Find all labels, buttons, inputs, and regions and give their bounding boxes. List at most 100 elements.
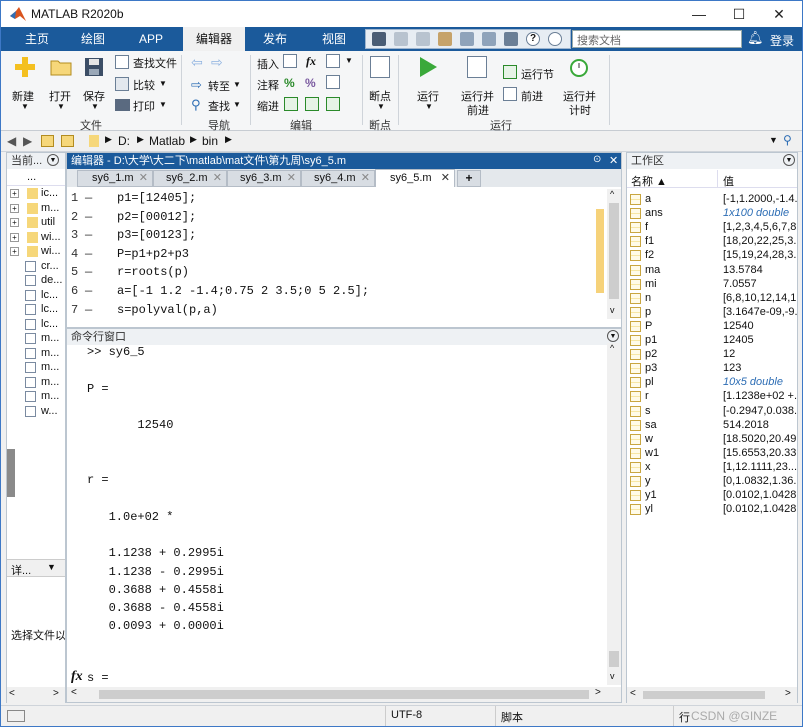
command-input-line[interactable]: s = xyxy=(87,671,109,685)
variable-row[interactable]: yl [0.0102,1.0428... xyxy=(627,503,797,517)
details-header[interactable]: 详... ▼ xyxy=(7,559,65,577)
close-tab-icon[interactable]: ✕ xyxy=(361,171,370,186)
file-list-item[interactable]: lc... xyxy=(7,303,65,317)
scroll-thumb[interactable] xyxy=(99,690,589,699)
open-button[interactable]: 打开 ▼ xyxy=(47,56,77,114)
variable-row[interactable]: pl 10x5 double xyxy=(627,376,797,390)
line-dash[interactable]: — xyxy=(85,208,92,226)
file-list-item[interactable]: lc... xyxy=(7,318,65,332)
variable-row[interactable]: y1 [0.0102,1.0428... xyxy=(627,489,797,503)
wrap-comments-icon[interactable] xyxy=(326,75,340,89)
undo-icon[interactable] xyxy=(460,32,474,46)
variable-row[interactable]: p [3.1647e-09,-9... xyxy=(627,306,797,320)
run-and-time-button[interactable]: 运行并 计时 xyxy=(561,56,597,117)
tab-view[interactable]: 视图 xyxy=(305,27,363,51)
variable-row[interactable]: p3 123 xyxy=(627,362,797,376)
scroll-right-icon[interactable]: > xyxy=(53,688,59,699)
code-line[interactable]: 1 — p1=[12405]; xyxy=(67,189,593,207)
variable-row[interactable]: f2 [15,19,24,28,3... xyxy=(627,249,797,263)
file-list-item[interactable]: + ic... xyxy=(7,187,65,201)
close-tab-icon[interactable]: ✕ xyxy=(139,171,148,186)
search-folder-icon[interactable]: ⚲ xyxy=(783,133,792,147)
panel-menu-icon[interactable]: ▼ xyxy=(607,330,619,342)
code-line[interactable]: 6 — a=[-1 1.2 -1.4;0.75 2 3.5;0 5 2.5]; xyxy=(67,282,593,300)
insert-icon[interactable] xyxy=(283,54,297,68)
run-button[interactable]: 运行 ▼ xyxy=(415,56,445,114)
cut-icon[interactable] xyxy=(394,32,408,46)
chevron-down-icon[interactable]: ▼ xyxy=(345,56,353,65)
uncomment-icon[interactable]: % xyxy=(305,76,316,90)
help-icon[interactable]: ? xyxy=(526,32,540,46)
variable-row[interactable]: w1 [15.6553,20.33... xyxy=(627,447,797,461)
search-docs-input[interactable]: 搜索文档 xyxy=(572,30,742,48)
forward-icon[interactable]: ▶ xyxy=(23,134,32,148)
close-tab-icon[interactable]: ✕ xyxy=(441,170,450,187)
editor-scrollbar[interactable]: ^ v xyxy=(607,189,621,319)
options-icon[interactable] xyxy=(548,32,562,46)
close-icon[interactable]: ✕ xyxy=(609,154,618,167)
indent-label[interactable]: 缩进 xyxy=(257,98,279,114)
panel-menu-icon[interactable]: ▼ xyxy=(47,154,59,166)
paste-icon[interactable] xyxy=(438,32,452,46)
scroll-thumb[interactable] xyxy=(609,203,619,299)
variable-row[interactable]: y [0,1.0832,1.36... xyxy=(627,475,797,489)
decrease-indent-icon[interactable] xyxy=(326,97,340,111)
editor-tab[interactable]: sy6_3.m ✕ xyxy=(227,170,301,187)
command-scrollbar[interactable]: ^ v xyxy=(607,343,621,685)
line-dash[interactable]: — xyxy=(85,263,92,281)
save-icon[interactable] xyxy=(372,32,386,46)
variable-row[interactable]: n [6,8,10,12,14,1... xyxy=(627,292,797,306)
command-hscrollbar[interactable]: < > xyxy=(67,687,621,702)
variable-row[interactable]: f [1,2,3,4,5,6,7,8... xyxy=(627,221,797,235)
expand-icon[interactable]: + xyxy=(10,232,19,242)
copy-icon[interactable] xyxy=(416,32,430,46)
chevron-down-icon[interactable]: ▼ xyxy=(769,135,778,145)
expand-icon[interactable]: + xyxy=(10,218,19,227)
fx-icon[interactable]: fx xyxy=(306,54,316,69)
scroll-thumb[interactable] xyxy=(7,449,15,497)
ws-hscrollbar[interactable]: < > xyxy=(627,687,797,703)
minimize-button[interactable]: — xyxy=(685,3,713,25)
variable-row[interactable]: w [18.5020,20.49... xyxy=(627,433,797,447)
login-link[interactable]: 登录 xyxy=(770,32,794,49)
close-tab-icon[interactable]: ✕ xyxy=(287,171,296,186)
back-icon[interactable]: ◀ xyxy=(7,134,16,148)
fx-prompt-icon[interactable]: fx xyxy=(71,669,83,685)
file-list-item[interactable]: + wi... xyxy=(7,231,65,245)
save-button[interactable]: 保存 ▼ xyxy=(81,56,111,114)
increase-indent-icon[interactable] xyxy=(305,97,319,111)
file-list-item[interactable]: m... xyxy=(7,347,65,361)
variable-row[interactable]: mi 7.0557 xyxy=(627,278,797,292)
scroll-down-icon[interactable]: v xyxy=(610,305,615,315)
file-list-item[interactable]: m... xyxy=(7,376,65,390)
code-line[interactable]: 2 — p2=[00012]; xyxy=(67,208,593,226)
scroll-up-icon[interactable]: ^ xyxy=(610,343,614,353)
file-list-item[interactable]: w... xyxy=(7,405,65,419)
scroll-left-icon[interactable]: < xyxy=(630,688,636,699)
panel-menu-icon[interactable]: ▼ xyxy=(783,154,795,166)
smart-indent-icon[interactable] xyxy=(284,97,298,111)
editor-tab-active[interactable]: sy6_5.m ✕ xyxy=(375,169,455,187)
h-scrollbar[interactable]: < > xyxy=(7,687,65,703)
editor-tab[interactable]: sy6_1.m ✕ xyxy=(77,170,153,187)
variable-row[interactable]: p2 12 xyxy=(627,348,797,362)
scroll-right-icon[interactable]: > xyxy=(595,687,601,698)
variable-row[interactable]: x [1,12.1111,23... xyxy=(627,461,797,475)
forward-arrow-icon[interactable]: ⇨ xyxy=(211,54,223,71)
code-line[interactable]: 7 — s=polyval(p,a) xyxy=(67,301,593,319)
expand-icon[interactable]: + xyxy=(10,247,19,256)
percent-icon[interactable]: % xyxy=(284,76,295,90)
bell-icon[interactable]: 🔔︎ xyxy=(747,30,764,46)
line-dash[interactable]: — xyxy=(85,282,92,300)
editor-tab[interactable]: sy6_4.m ✕ xyxy=(301,170,375,187)
breakpoints-button[interactable]: 断点 ▼ xyxy=(367,56,395,114)
file-list-item[interactable]: lc... xyxy=(7,289,65,303)
variable-row[interactable]: ans 1x100 double xyxy=(627,207,797,221)
tab-editor[interactable]: 编辑器 xyxy=(183,27,245,51)
file-list-item[interactable]: + wi... xyxy=(7,245,65,259)
column-name[interactable]: 名称 ▲ xyxy=(631,173,667,189)
tab-apps[interactable]: APP xyxy=(121,27,181,51)
close-tab-icon[interactable]: ✕ xyxy=(213,171,222,186)
scroll-thumb[interactable] xyxy=(609,651,619,667)
tab-home[interactable]: 主页 xyxy=(9,27,65,51)
